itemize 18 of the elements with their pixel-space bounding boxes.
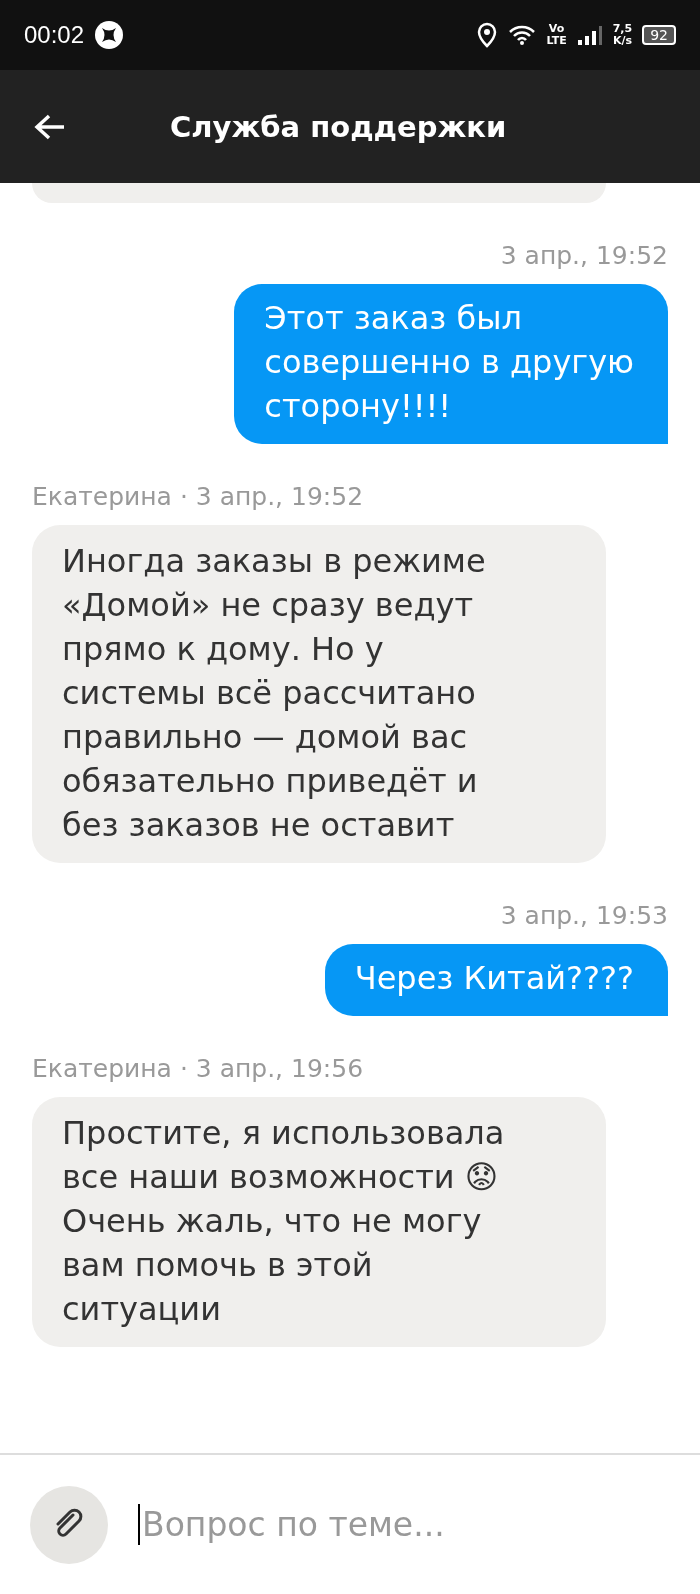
message-bubble: Простите, я использовала все наши возможности 😟 Очень жаль, что не могу вам помочь в этой ситуации xyxy=(32,1097,606,1347)
notification-icon xyxy=(94,20,125,50)
status-time: 00:02 xyxy=(24,21,85,49)
message-meta: Екатерина · 3 апр., 19:56 xyxy=(32,1054,364,1083)
network-type: Vo LTE xyxy=(546,23,567,47)
location-icon xyxy=(476,22,499,48)
battery-level: 92 xyxy=(642,25,676,45)
back-arrow-icon xyxy=(34,112,66,141)
message-bubble: Иногда заказы в режиме «Домой» не сразу ведут прямо к дому. Но у системы всё рассчитано правильно — домой вас обязательно приведёт и без заказов не оставит xyxy=(32,525,606,863)
screen-title: Служба поддержки xyxy=(170,109,507,144)
message-meta: Екатерина · 3 апр., 19:52 xyxy=(32,482,364,511)
network-speed: 7,5 K/s xyxy=(612,23,633,47)
message-bubble: Через Китай???? xyxy=(324,944,668,1016)
message-meta: 3 апр., 19:52 xyxy=(500,241,668,270)
message-bubble: Этот заказ был совершенно в другую сторону!!!! xyxy=(234,284,668,444)
signal-icon xyxy=(576,24,603,46)
wifi-icon xyxy=(508,24,537,46)
message-meta: 3 апр., 19:53 xyxy=(500,901,668,930)
